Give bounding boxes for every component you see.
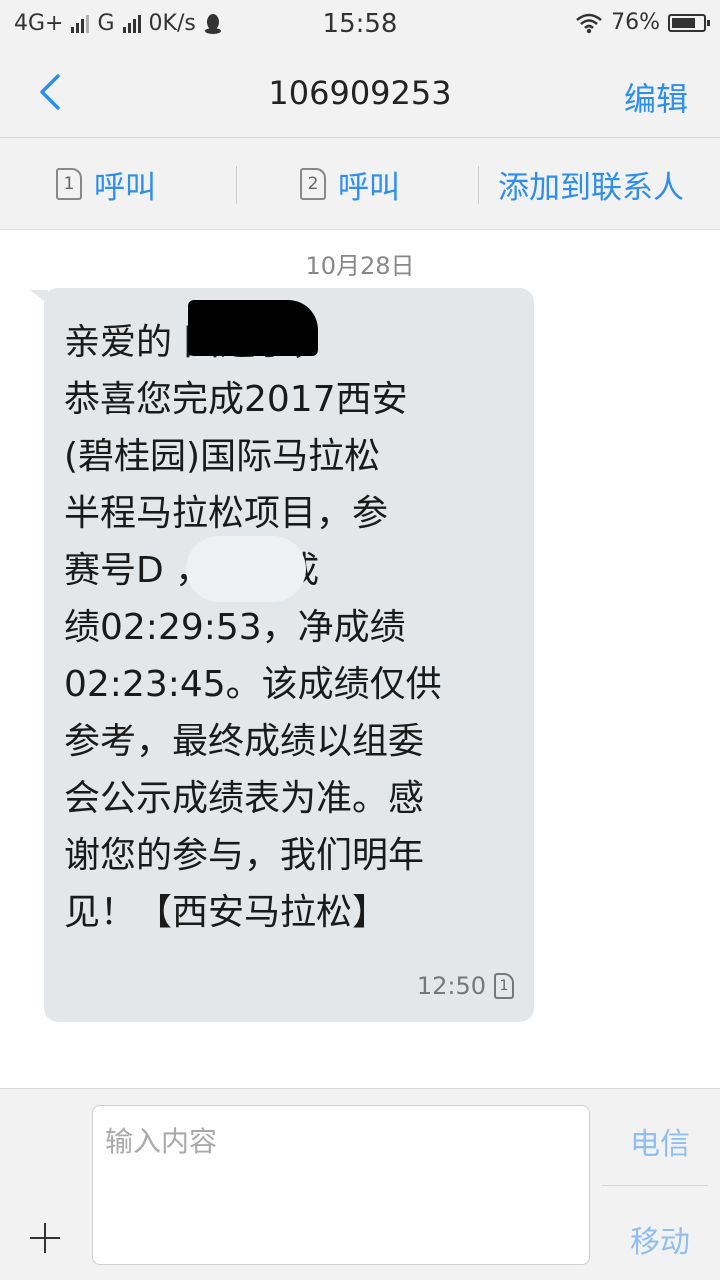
wifi-icon (576, 13, 602, 33)
call-sim2-button[interactable]: 2 呼叫 (300, 138, 400, 230)
status-right: 76% (575, 10, 710, 35)
sim-card-1-icon: 1 (56, 168, 82, 200)
send-telecom-button[interactable]: 电信 (630, 1119, 690, 1163)
redaction-mark (188, 300, 318, 356)
status-bar: 4G+ G 0K/s 15:58 76% (0, 0, 720, 48)
action-divider (236, 166, 237, 204)
redaction-mark (186, 536, 306, 602)
edit-button[interactable]: 编辑 (624, 74, 688, 120)
contact-number-title: 106909253 (268, 74, 452, 112)
send-divider (602, 1185, 708, 1186)
message-date: 10月28日 (305, 252, 415, 280)
battery-icon (668, 13, 710, 32)
sim-card-2-icon: 2 (300, 168, 326, 200)
call-sim2-label: 呼叫 (338, 169, 400, 206)
contact-action-bar: 1 呼叫 2 呼叫 添加到联系人 (0, 138, 720, 230)
conversation-header: 106909253 编辑 (0, 48, 720, 138)
composer: 输入内容 电信 移动 (0, 1088, 720, 1280)
call-sim1-label: 呼叫 (94, 169, 156, 206)
message-text: 亲爱的 国选手， 恭喜您完成2017西安 (碧桂园)国际马拉松 半程马拉松项目，… (64, 322, 442, 933)
plus-icon[interactable] (28, 1221, 62, 1255)
sim-card-icon: 1 (494, 973, 514, 999)
call-sim1-button[interactable]: 1 呼叫 (56, 138, 156, 230)
message-time-label: 12:50 (416, 972, 486, 1000)
action-divider (478, 166, 479, 204)
send-mobile-button[interactable]: 移动 (630, 1217, 690, 1261)
message-bubble[interactable]: 亲爱的 国选手， 恭喜您完成2017西安 (碧桂园)国际马拉松 半程马拉松项目，… (44, 288, 534, 1022)
message-time: 12:50 1 (417, 972, 514, 1000)
battery-percent: 76% (611, 10, 660, 35)
battery-fill (672, 17, 695, 28)
add-to-contacts-button[interactable]: 添加到联系人 (498, 138, 684, 230)
message-input[interactable]: 输入内容 (92, 1105, 590, 1265)
